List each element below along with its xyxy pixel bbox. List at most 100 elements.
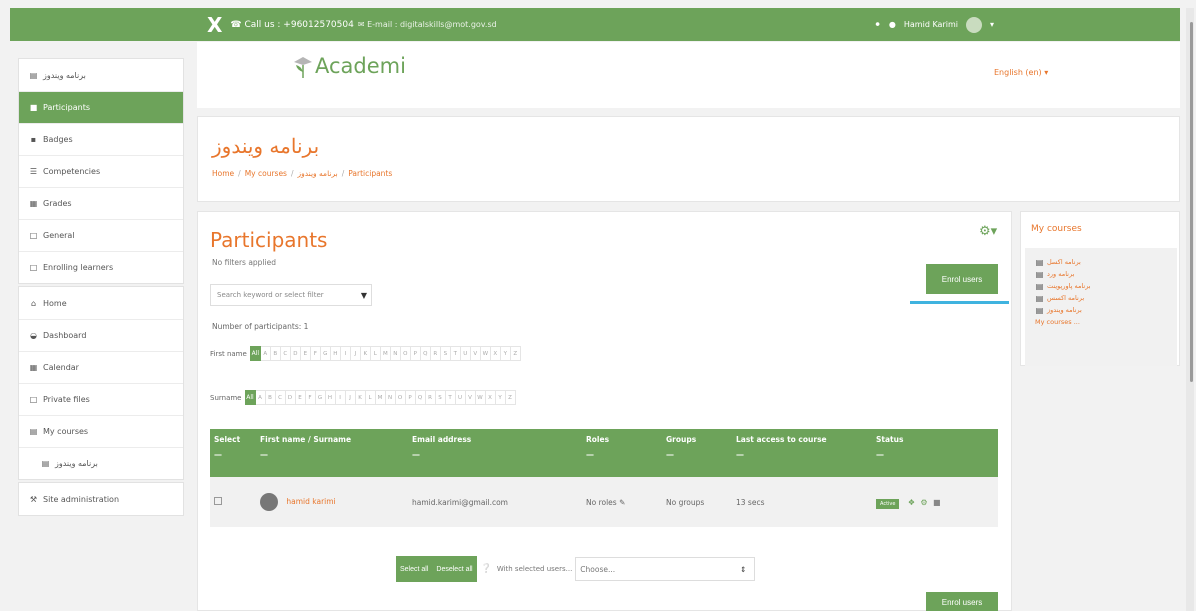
sidebar-item[interactable]: ■ Participants xyxy=(19,91,183,123)
initial-letter-button[interactable]: E xyxy=(300,346,311,361)
sort-icon[interactable]: — xyxy=(586,450,658,459)
breadcrumb-link[interactable]: Home xyxy=(212,169,234,178)
row-checkbox[interactable] xyxy=(214,497,222,505)
surname-all-button[interactable]: All xyxy=(244,390,256,405)
select-all-button[interactable]: Select all xyxy=(396,556,433,582)
filter-search-input[interactable]: Search keyword or select filter ▼ xyxy=(210,284,372,306)
chevron-down-icon[interactable]: ▼ xyxy=(361,291,367,300)
roles-cell[interactable]: No roles ✎ xyxy=(582,477,662,527)
sidebar-item[interactable]: ▤ برنامه ویندوز xyxy=(19,447,183,479)
user-name-link[interactable]: hamid karimi xyxy=(286,497,335,506)
trash-icon[interactable]: ■ xyxy=(933,498,941,507)
column-header[interactable]: Select — xyxy=(210,429,256,477)
scrollbar-thumb[interactable] xyxy=(1190,22,1193,382)
my-course-link[interactable]: ▤ برنامه اکسل xyxy=(1035,256,1177,268)
firstname-all-button[interactable]: All xyxy=(249,346,261,361)
initial-letter-button[interactable]: S xyxy=(435,390,446,405)
initial-letter-button[interactable]: S xyxy=(440,346,451,361)
initial-letter-button[interactable]: D xyxy=(290,346,301,361)
initial-letter-button[interactable]: M xyxy=(380,346,391,361)
enrol-users-button[interactable]: Enrol users xyxy=(926,264,998,294)
initial-letter-button[interactable]: H xyxy=(325,390,336,405)
initial-letter-button[interactable]: W xyxy=(475,390,486,405)
breadcrumb-link[interactable]: Participants xyxy=(348,169,392,178)
initial-letter-button[interactable]: T xyxy=(450,346,461,361)
my-course-link[interactable]: ▤ برنامه اکسس xyxy=(1035,292,1177,304)
question-icon[interactable]: ❔ xyxy=(481,564,492,574)
my-course-link[interactable]: ▤ برنامه ویندوز xyxy=(1035,304,1177,316)
initial-letter-button[interactable]: O xyxy=(395,390,406,405)
initial-letter-button[interactable]: B xyxy=(270,346,281,361)
column-header[interactable]: Email address — xyxy=(408,429,582,477)
sort-icon[interactable]: — xyxy=(736,450,868,459)
sort-icon[interactable]: — xyxy=(260,450,404,459)
sidebar-item[interactable]: ▦ Calendar xyxy=(19,351,183,383)
initial-letter-button[interactable]: W xyxy=(480,346,491,361)
sidebar-item[interactable]: ▦ Grades xyxy=(19,187,183,219)
info-icon[interactable]: ❖ xyxy=(908,498,915,507)
sort-icon[interactable]: — xyxy=(412,450,578,459)
gear-icon[interactable]: ⚙▾ xyxy=(979,224,997,239)
initial-letter-button[interactable]: X xyxy=(490,346,501,361)
gear-icon[interactable]: ⚙ xyxy=(920,498,927,507)
enrol-users-button-bottom[interactable]: Enrol users xyxy=(926,592,998,611)
messages-icon[interactable]: ● xyxy=(889,20,896,29)
initial-letter-button[interactable]: Z xyxy=(505,390,516,405)
initial-letter-button[interactable]: I xyxy=(340,346,351,361)
close-icon[interactable]: X xyxy=(207,15,222,35)
initial-letter-button[interactable]: I xyxy=(335,390,346,405)
breadcrumb-link[interactable]: My courses xyxy=(245,169,287,178)
column-header[interactable]: Roles — xyxy=(582,429,662,477)
initial-letter-button[interactable]: Q xyxy=(415,390,426,405)
sidebar-item[interactable]: ▤ برنامه ویندوز xyxy=(19,59,183,91)
sidebar-item[interactable]: ☰ Competencies xyxy=(19,155,183,187)
user-name[interactable]: Hamid Karimi xyxy=(904,20,958,29)
chevron-down-icon[interactable]: ▾ xyxy=(990,20,994,29)
initial-letter-button[interactable]: X xyxy=(485,390,496,405)
initial-letter-button[interactable]: J xyxy=(350,346,361,361)
initial-letter-button[interactable]: G xyxy=(320,346,331,361)
notification-bell-icon[interactable]: ⚫ xyxy=(874,20,881,29)
initial-letter-button[interactable]: A xyxy=(255,390,266,405)
initial-letter-button[interactable]: P xyxy=(405,390,416,405)
language-menu[interactable]: English (en) ▾ xyxy=(994,68,1048,77)
initial-letter-button[interactable]: Q xyxy=(420,346,431,361)
bulk-action-select[interactable]: Choose... ⇕ xyxy=(575,557,756,581)
initial-letter-button[interactable]: K xyxy=(355,390,366,405)
sidebar-item[interactable]: ⌂ Home xyxy=(19,287,183,319)
initial-letter-button[interactable]: C xyxy=(275,390,286,405)
sort-icon[interactable]: — xyxy=(666,450,728,459)
sort-icon[interactable]: — xyxy=(876,450,994,459)
initial-letter-button[interactable]: A xyxy=(260,346,271,361)
column-header[interactable]: Groups — xyxy=(662,429,732,477)
sidebar-item[interactable]: ⚒ Site administration xyxy=(19,483,183,515)
initial-letter-button[interactable]: F xyxy=(305,390,316,405)
initial-letter-button[interactable]: E xyxy=(295,390,306,405)
avatar[interactable] xyxy=(965,16,982,33)
initial-letter-button[interactable]: V xyxy=(465,390,476,405)
sidebar-item[interactable]: ▤ My courses xyxy=(19,415,183,447)
initial-letter-button[interactable]: U xyxy=(460,346,471,361)
deselect-all-button[interactable]: Deselect all xyxy=(432,556,477,582)
my-course-link[interactable]: ▤ برنامه پاورپوینت xyxy=(1035,280,1177,292)
sidebar-item[interactable]: □ Private files xyxy=(19,383,183,415)
initial-letter-button[interactable]: Y xyxy=(495,390,506,405)
initial-letter-button[interactable]: D xyxy=(285,390,296,405)
initial-letter-button[interactable]: P xyxy=(410,346,421,361)
sidebar-item[interactable]: ▪ Badges xyxy=(19,123,183,155)
initial-letter-button[interactable]: N xyxy=(390,346,401,361)
initial-letter-button[interactable]: C xyxy=(280,346,291,361)
initial-letter-button[interactable]: J xyxy=(345,390,356,405)
initial-letter-button[interactable]: R xyxy=(430,346,441,361)
breadcrumb-link[interactable]: برنامه ویندوز xyxy=(298,169,338,178)
initial-letter-button[interactable]: L xyxy=(365,390,376,405)
user-menu[interactable]: ⚫ ● Hamid Karimi ▾ xyxy=(874,8,994,41)
sidebar-item[interactable]: □ General xyxy=(19,219,183,251)
initial-letter-button[interactable]: U xyxy=(455,390,466,405)
column-header[interactable]: Status — xyxy=(872,429,998,477)
initial-letter-button[interactable]: B xyxy=(265,390,276,405)
initial-letter-button[interactable]: G xyxy=(315,390,326,405)
initial-letter-button[interactable]: L xyxy=(370,346,381,361)
column-header[interactable]: First name / Surname — xyxy=(256,429,408,477)
sort-icon[interactable]: — xyxy=(214,450,252,459)
